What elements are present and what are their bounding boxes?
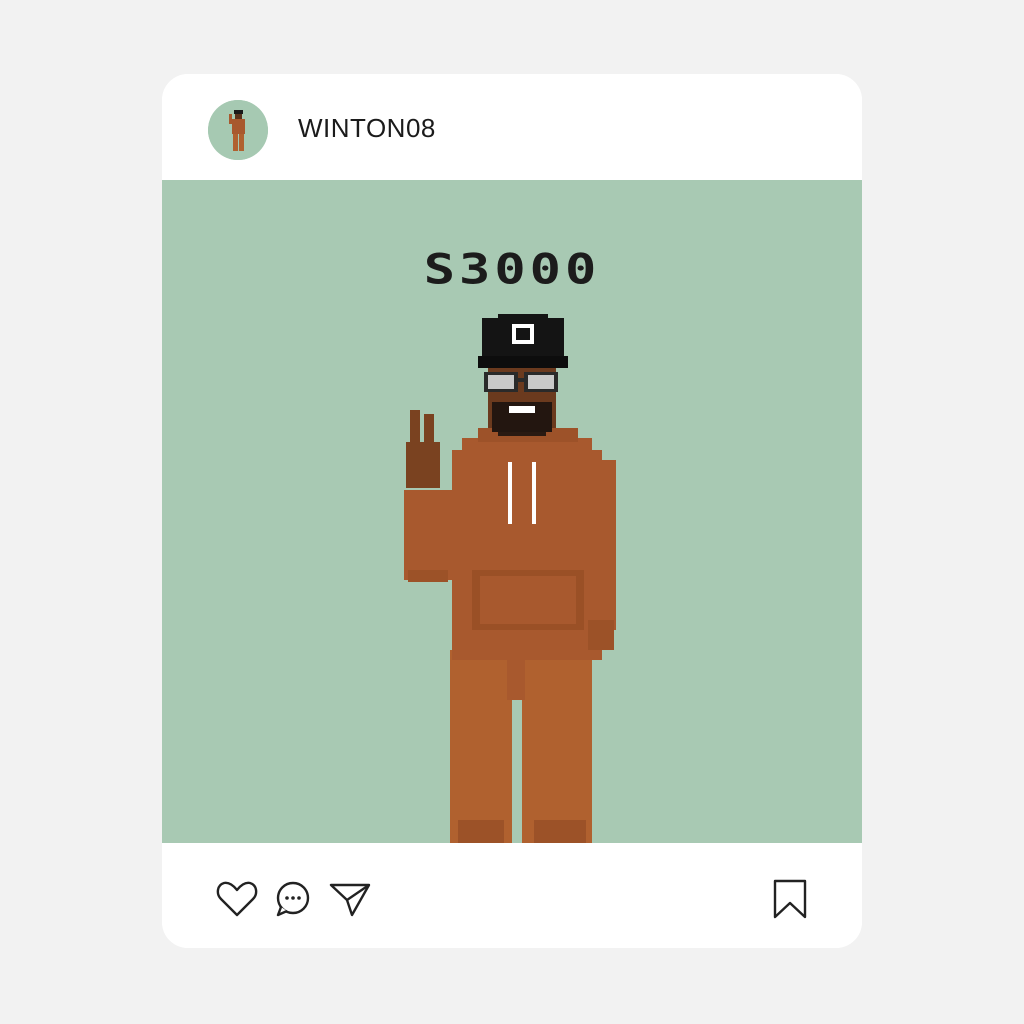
avatar-character-image: [208, 100, 268, 160]
share-button[interactable]: [328, 879, 372, 919]
post-actions: [162, 843, 862, 948]
comment-button[interactable]: [271, 879, 315, 919]
paper-plane-icon: [329, 883, 371, 917]
post-header: WINTON08: [162, 74, 862, 180]
bookmark-icon: [773, 879, 807, 919]
heart-icon: [216, 881, 258, 917]
post-image-title: S3000: [423, 246, 601, 294]
post-image[interactable]: S3000: [162, 180, 862, 843]
post-card: WINTON08 S3000: [162, 74, 862, 948]
avatar[interactable]: [208, 100, 268, 160]
speech-bubble-icon: [276, 881, 310, 917]
like-button[interactable]: [215, 879, 259, 919]
save-button[interactable]: [768, 879, 812, 919]
username[interactable]: WINTON08: [298, 112, 436, 144]
